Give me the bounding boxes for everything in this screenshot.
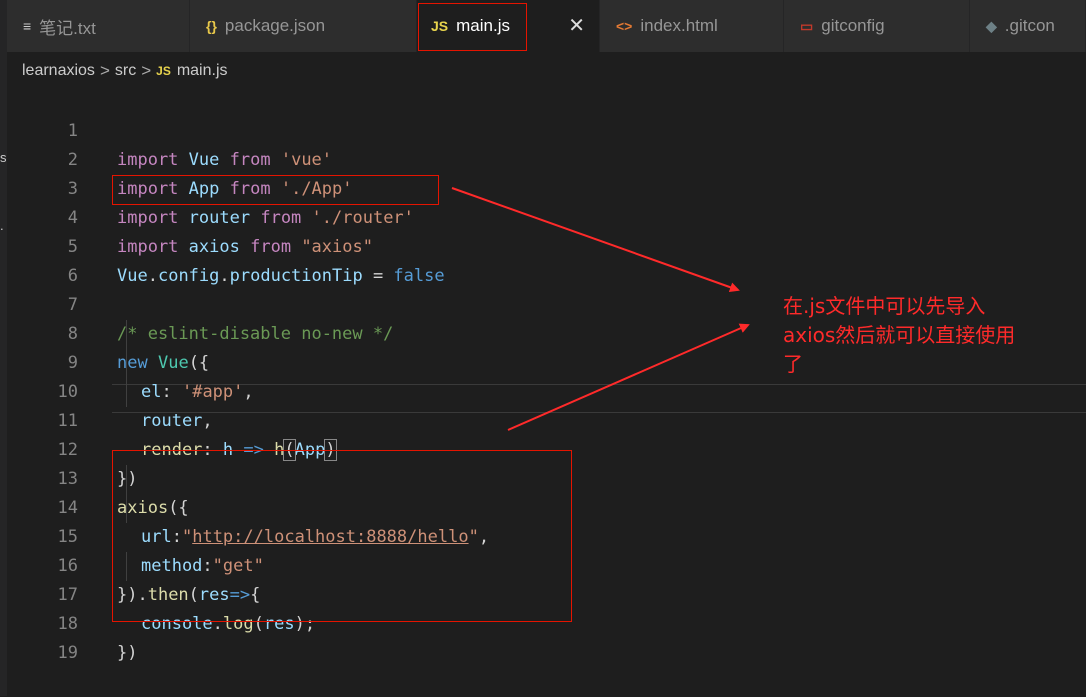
annotation-line: 了: [783, 352, 803, 376]
annotation-note: 在.js文件中可以先导入 axios然后就可以直接使用 了: [783, 292, 1083, 379]
annotation-line: 在.js文件中可以先导入: [783, 294, 986, 318]
arrow-from-axios-call: [507, 323, 750, 431]
arrow-from-import: [451, 187, 740, 293]
annotation-line: axios然后就可以直接使用: [783, 323, 1016, 347]
